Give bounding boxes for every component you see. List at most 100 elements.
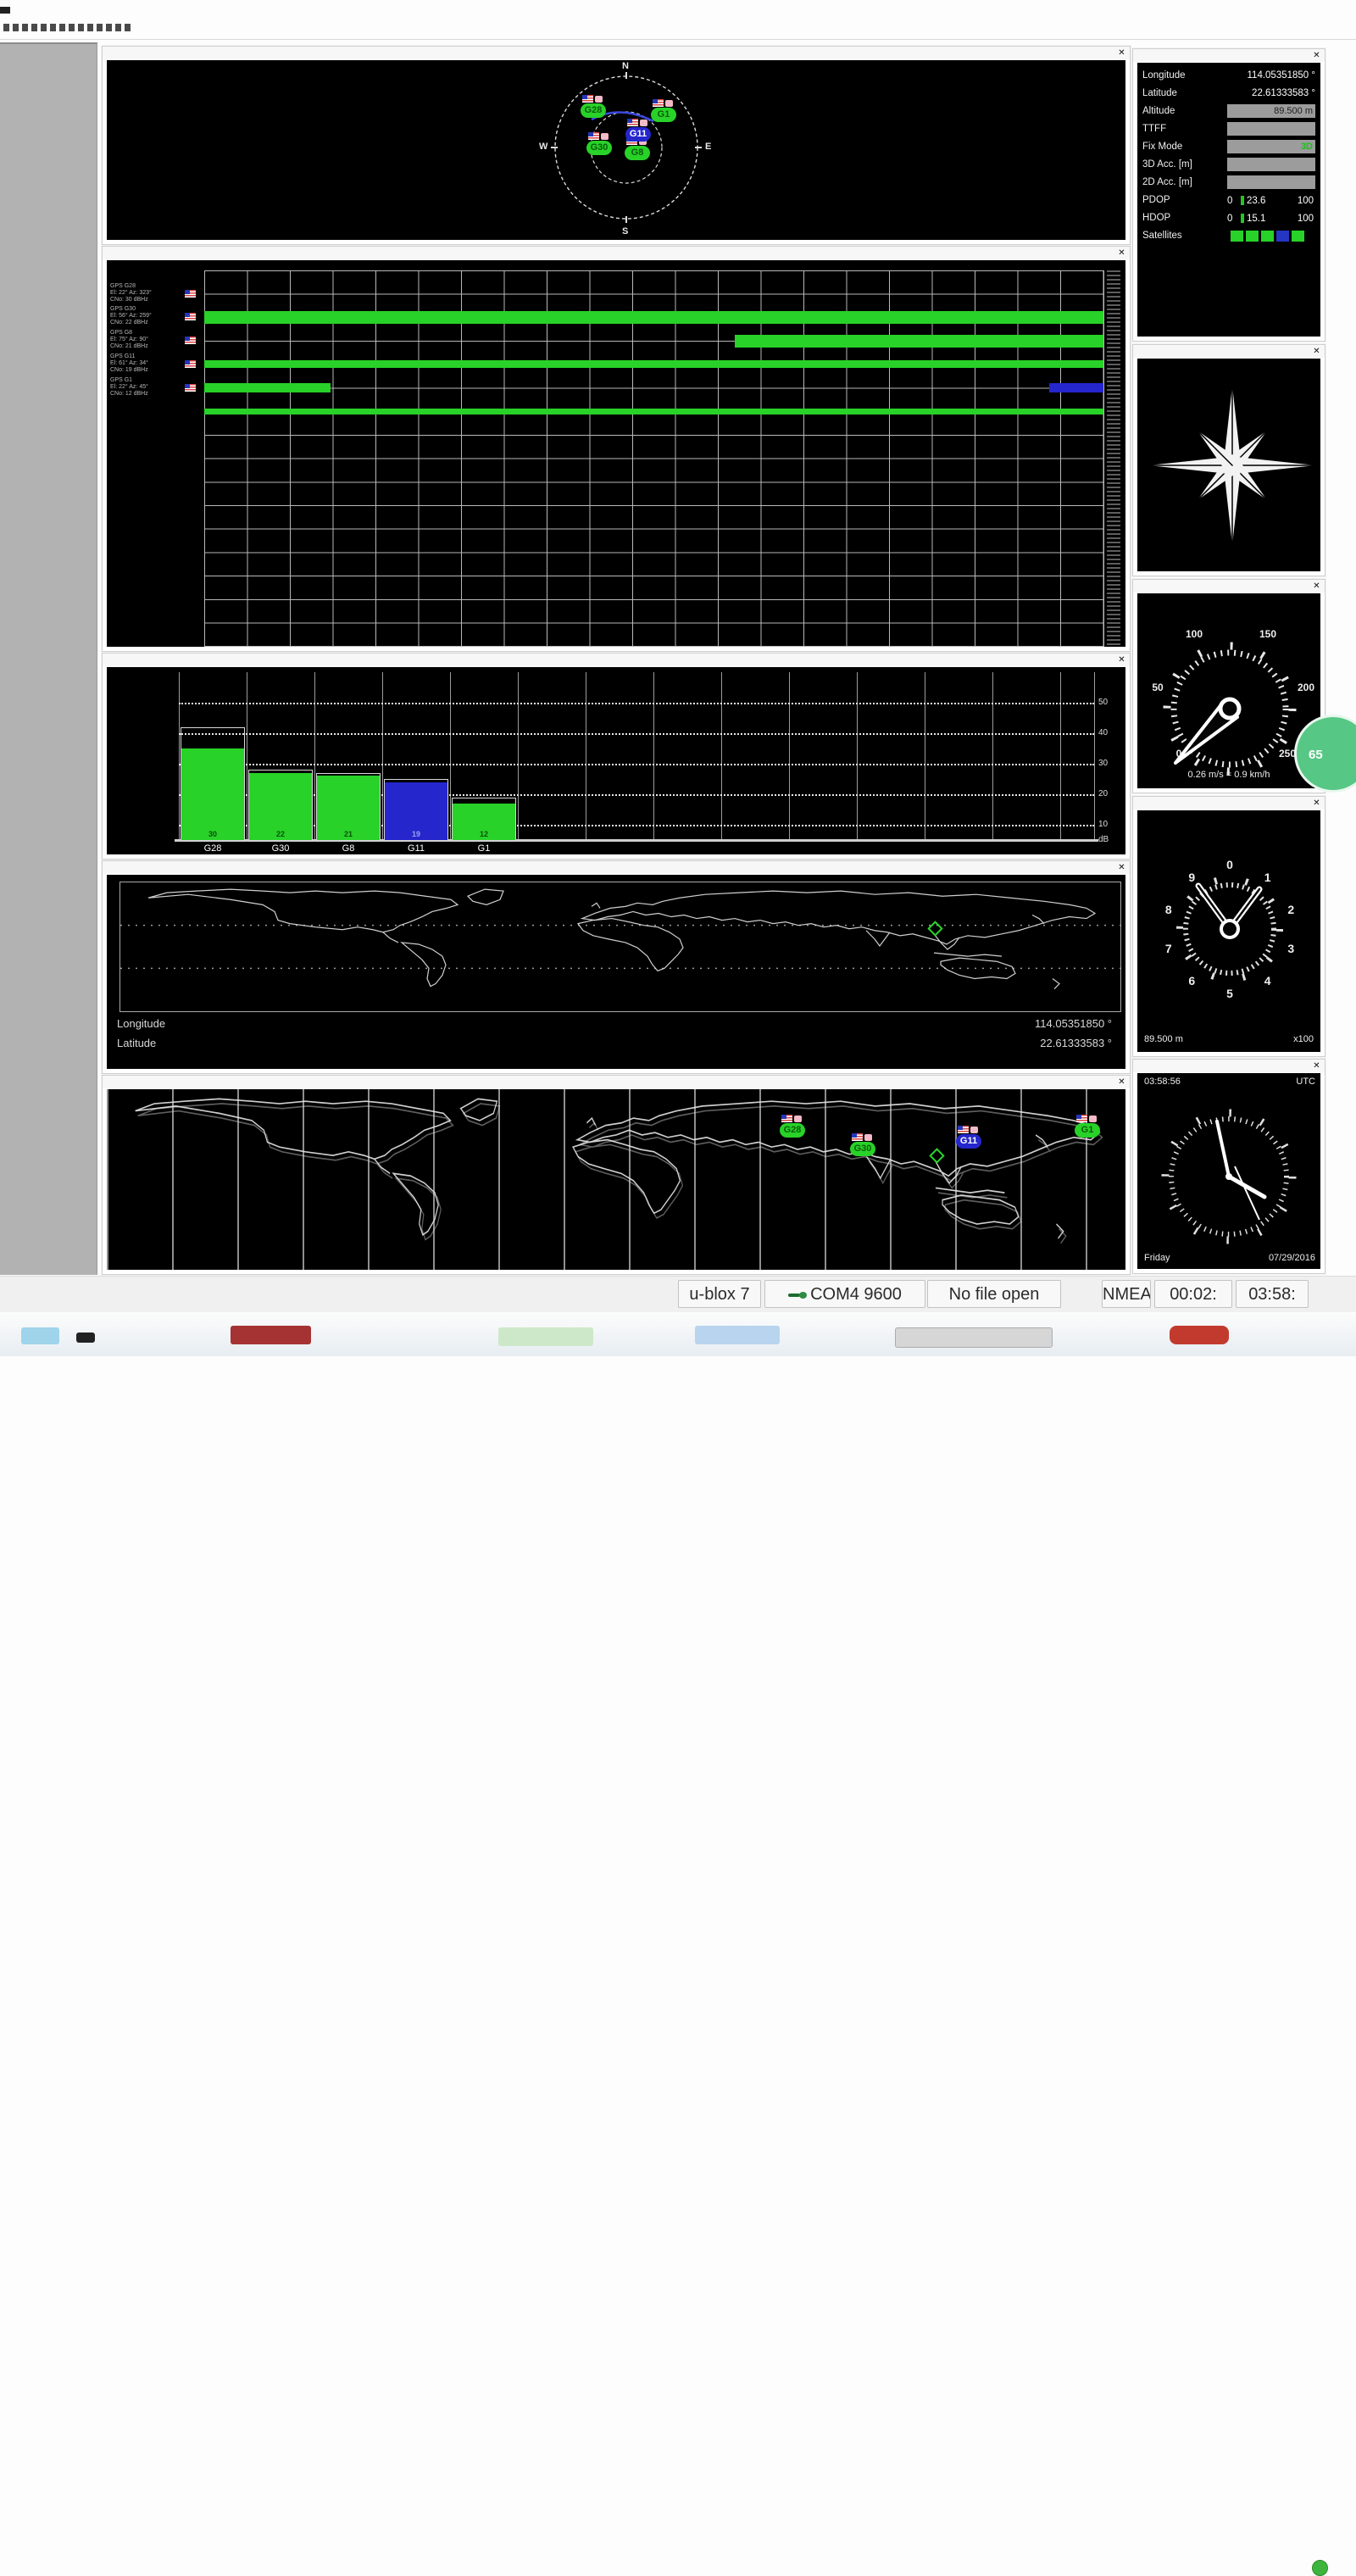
cno-axis-tick: 50 [1098, 698, 1120, 707]
cno-bar: 21 [317, 776, 380, 840]
taskbar-icon[interactable] [895, 1327, 1053, 1348]
satellite-body-icon [864, 1134, 872, 1141]
info-row-ttff: TTFF [1142, 121, 1315, 138]
history-signal-bar [204, 383, 331, 392]
info-row-longitude: Longitude114.05351850 ° [1142, 68, 1315, 85]
close-icon[interactable]: ✕ [1116, 654, 1127, 665]
satellite-marker-g11: G11 [625, 119, 654, 144]
satellite-id: G1 [651, 108, 676, 122]
clock-canvas: 03:58:56 UTC Friday 07/29/2016 [1137, 1073, 1320, 1269]
altimeter-titlebar[interactable]: ✕ [1133, 797, 1325, 810]
close-icon[interactable]: ✕ [1311, 50, 1322, 61]
satellite-info-line: GPS G1 [110, 377, 202, 384]
cno-baseline [175, 839, 1098, 842]
speedometer-titlebar[interactable]: ✕ [1133, 580, 1325, 593]
altitude-value: 89.500 m [1144, 1034, 1183, 1044]
satellite-id: G8 [625, 146, 650, 160]
sky-view-titlebar[interactable]: ✕ [103, 47, 1130, 59]
info-row-2d-acc-m-: 2D Acc. [m] [1142, 175, 1315, 192]
ground-track-titlebar[interactable]: ✕ [103, 1076, 1130, 1088]
utc-time-status: 03:58: [1236, 1280, 1309, 1308]
cno-gridline [179, 733, 1094, 735]
clock-titlebar[interactable]: ✕ [1133, 1060, 1325, 1072]
signal-history-titlebar[interactable]: ✕ [103, 247, 1130, 259]
cno-category-label: G30 [247, 843, 314, 854]
clock-time: 03:58:56 [1144, 1077, 1181, 1087]
altimeter-panel: ✕ 89.500 m x100 0123456789 [1132, 796, 1325, 1057]
taskbar-icon[interactable] [1170, 1326, 1229, 1344]
altimeter-digit: 5 [1226, 987, 1233, 1000]
altimeter-digit: 1 [1264, 871, 1271, 884]
satellite-info-line: GPS G11 [110, 353, 202, 360]
file-status: No file open [927, 1280, 1061, 1308]
close-icon[interactable]: ✕ [1116, 47, 1127, 58]
satellite-status-square [1231, 231, 1243, 242]
map-frame [119, 882, 1121, 1012]
info-label: Altitude [1142, 106, 1175, 116]
close-icon[interactable]: ✕ [1311, 798, 1322, 809]
satellite-id: G28 [780, 1123, 805, 1138]
satellite-body-icon [595, 96, 603, 103]
sky-polar-plot [107, 60, 1125, 240]
altimeter-digit: 6 [1188, 974, 1195, 988]
clock-day: Friday [1144, 1253, 1170, 1263]
us-flag-icon [653, 99, 664, 107]
satellite-body-icon [1089, 1116, 1097, 1122]
compass-canvas [1137, 359, 1320, 571]
cardinal-south-label: S [622, 226, 628, 236]
info-row-fix-mode: Fix Mode3D [1142, 139, 1315, 156]
info-value-bar [1227, 158, 1315, 171]
satellite-body-icon [640, 120, 647, 126]
taskbar-icon[interactable] [695, 1326, 780, 1344]
info-row-altitude: Altitude 89.500 m [1142, 103, 1315, 120]
taskbar-icon[interactable] [76, 1333, 95, 1343]
world-position-titlebar[interactable]: ✕ [103, 861, 1130, 874]
range-min: 0 [1227, 196, 1232, 206]
cno-category-label: G1 [450, 843, 518, 854]
info-label: Longitude [1142, 70, 1186, 81]
signal-history-panel: ✕ GPS G28El: 22° Az: 323°CNo: 30 dBHzGPS… [102, 246, 1131, 652]
satellite-id: G11 [625, 127, 651, 142]
minimized-toolbar-icons[interactable] [3, 24, 131, 31]
info-value [1227, 229, 1315, 243]
satellite-body-icon [665, 100, 673, 107]
history-signal-bar [204, 360, 1103, 368]
history-right-axis-text [1107, 270, 1120, 647]
altimeter-digit: 3 [1287, 942, 1294, 955]
satellite-ground-track-panel: ✕ G28G30G11G1 [102, 1075, 1131, 1275]
satellite-info-line: GPS G28 [110, 283, 202, 290]
close-icon[interactable]: ✕ [1311, 1060, 1322, 1071]
satellite-status-square [1292, 231, 1304, 242]
taskbar-icon[interactable] [498, 1327, 593, 1346]
taskbar-icon[interactable] [231, 1326, 311, 1344]
data-panel-titlebar[interactable]: ✕ [1133, 49, 1325, 62]
range-marker-icon [1241, 214, 1244, 223]
satellite-info-label: GPS G30El: 56° Az: 259°CNo: 22 dBHz [110, 306, 202, 330]
navigation-data-panel: ✕ Longitude114.05351850 °Latitude22.6133… [1132, 48, 1325, 342]
cno-category-label: G11 [382, 843, 450, 854]
close-icon[interactable]: ✕ [1116, 862, 1127, 873]
history-signal-bar [735, 335, 1103, 348]
cno-chart-titlebar[interactable]: ✕ [103, 654, 1130, 666]
clock-date: 07/29/2016 [1269, 1253, 1315, 1263]
info-value-bar: 89.500 m [1227, 104, 1315, 118]
close-icon[interactable]: ✕ [1311, 581, 1322, 592]
us-flag-icon [185, 384, 196, 392]
close-icon[interactable]: ✕ [1311, 346, 1322, 357]
cno-axis-tick: 30 [1098, 759, 1120, 768]
compass-titlebar[interactable]: ✕ [1133, 345, 1325, 358]
info-value: 22.61333583 ° [1227, 88, 1315, 103]
close-icon[interactable]: ✕ [1116, 1077, 1127, 1088]
range-min: 0 [1227, 214, 1232, 224]
satellite-marker-g28: G28 [581, 95, 609, 120]
altimeter-digit: 8 [1165, 903, 1172, 916]
clock-panel: ✕ 03:58:56 UTC Friday 07/29/2016 [1132, 1059, 1325, 1274]
longitude-value: 114.05351850 ° [1035, 1017, 1112, 1030]
close-icon[interactable]: ✕ [1116, 248, 1127, 259]
satellite-status-square [1276, 231, 1289, 242]
compass-rose-icon [1137, 359, 1320, 571]
taskbar-icon[interactable] [21, 1327, 59, 1344]
history-signal-bar [1049, 383, 1103, 392]
range-value: 23.6 [1247, 196, 1265, 206]
taskbar-fragment [0, 1312, 1356, 1356]
